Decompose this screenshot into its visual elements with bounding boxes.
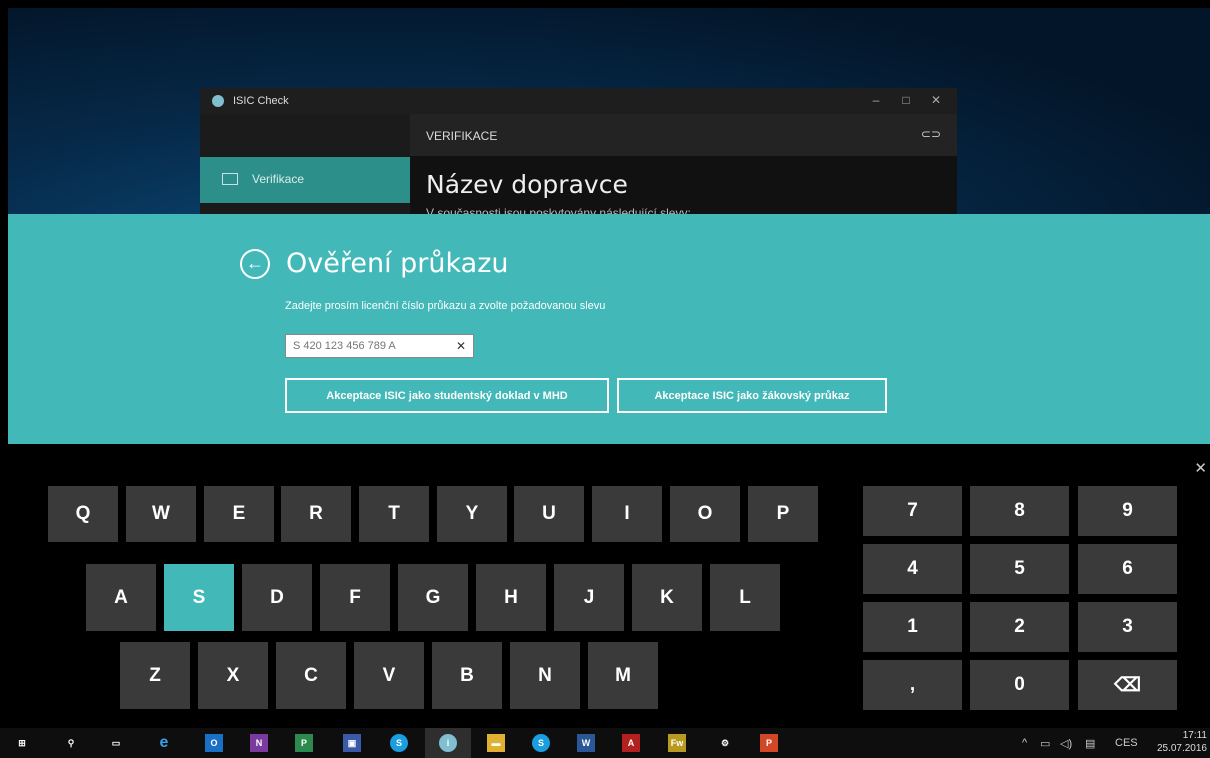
key-j[interactable]: J <box>554 564 624 631</box>
key-p[interactable]: P <box>748 486 818 542</box>
window-titlebar[interactable]: ISIC Check – □ ✕ <box>200 88 957 114</box>
app-window: ISIC Check – □ ✕ Verifikace VERIFIKACE ⊂… <box>200 88 957 220</box>
key-e[interactable]: E <box>204 486 274 542</box>
save-icon[interactable]: ▣ <box>343 734 361 752</box>
network-icon[interactable]: ▭ <box>1040 737 1050 750</box>
key-w[interactable]: W <box>126 486 196 542</box>
clock-time: 17:11 <box>1182 730 1207 741</box>
screen: ISIC Check – □ ✕ Verifikace VERIFIKACE ⊂… <box>0 0 1210 758</box>
dialog-instruction: Zadejte prosím licenční číslo průkazu a … <box>285 300 606 312</box>
keyboard-close-icon[interactable]: ✕ <box>1194 459 1207 477</box>
key-r[interactable]: R <box>281 486 351 542</box>
onenote-icon[interactable]: N <box>250 734 268 752</box>
key-v[interactable]: V <box>354 642 424 709</box>
volume-icon[interactable]: ◁) <box>1060 737 1072 750</box>
key-4[interactable]: 4 <box>863 544 962 594</box>
window-header: VERIFIKACE ⊂⊃ <box>410 114 957 156</box>
pupil-card-button[interactable]: Akceptace ISIC jako žákovský průkaz <box>617 378 887 413</box>
key-2[interactable]: 2 <box>970 602 1069 652</box>
outlook-icon[interactable]: O <box>205 734 223 752</box>
powerpoint-icon[interactable]: P <box>760 734 778 752</box>
key-i[interactable]: I <box>592 486 662 542</box>
clock-date: 25.07.2016 <box>1156 743 1207 754</box>
maximize-button[interactable]: □ <box>897 93 915 107</box>
window-sidebar: Verifikace <box>200 114 410 218</box>
file-explorer-icon[interactable]: ▬ <box>487 734 505 752</box>
sidebar-item-label: Verifikace <box>252 172 305 186</box>
window-main: VERIFIKACE ⊂⊃ Název dopravce V současnos… <box>410 114 957 220</box>
key-t[interactable]: T <box>359 486 429 542</box>
card-icon <box>222 173 238 185</box>
verification-dialog: ← Ověření průkazu Zadejte prosím licenčn… <box>8 214 1210 444</box>
key-u[interactable]: U <box>514 486 584 542</box>
dialog-title: Ověření průkazu <box>286 248 509 279</box>
page-title: Název dopravce <box>426 170 628 199</box>
key-9[interactable]: 9 <box>1078 486 1177 536</box>
key-1[interactable]: 1 <box>863 602 962 652</box>
skype-business-icon[interactable]: S <box>532 734 550 752</box>
student-mhd-button[interactable]: Akceptace ISIC jako studentský doklad v … <box>285 378 609 413</box>
key-d[interactable]: D <box>242 564 312 631</box>
word-icon[interactable]: W <box>577 734 595 752</box>
skype-icon[interactable]: S <box>390 734 408 752</box>
key-m[interactable]: M <box>588 642 658 709</box>
clear-icon[interactable]: ✕ <box>456 339 466 353</box>
key-q[interactable]: Q <box>48 486 118 542</box>
key-z[interactable]: Z <box>120 642 190 709</box>
key-h[interactable]: H <box>476 564 546 631</box>
link-icon[interactable]: ⊂⊃ <box>921 127 941 141</box>
language-indicator[interactable]: CES <box>1115 737 1138 749</box>
key-g[interactable]: G <box>398 564 468 631</box>
card-number-input[interactable] <box>286 335 446 357</box>
app-icon <box>212 95 224 107</box>
fireworks-icon[interactable]: Fw <box>668 734 686 752</box>
notification-icon[interactable]: ▤ <box>1085 737 1095 750</box>
close-button[interactable]: ✕ <box>927 93 945 107</box>
key-n[interactable]: N <box>510 642 580 709</box>
acrobat-icon[interactable]: A <box>622 734 640 752</box>
key-6[interactable]: 6 <box>1078 544 1177 594</box>
card-number-field[interactable]: ✕ <box>285 334 474 358</box>
key-o[interactable]: O <box>670 486 740 542</box>
key-7[interactable]: 7 <box>863 486 962 536</box>
key-s[interactable]: S <box>164 564 234 631</box>
key-3[interactable]: 3 <box>1078 602 1177 652</box>
key-l[interactable]: L <box>710 564 780 631</box>
sidebar-item-verifikace[interactable]: Verifikace <box>200 157 410 203</box>
key-x[interactable]: X <box>198 642 268 709</box>
key-b[interactable]: B <box>432 642 502 709</box>
windows-start-icon[interactable]: ⊞ <box>13 734 31 752</box>
section-title: VERIFIKACE <box>426 129 498 143</box>
search-icon[interactable]: ⚲ <box>62 734 80 752</box>
minimize-button[interactable]: – <box>867 93 885 107</box>
back-arrow-icon[interactable]: ← <box>240 249 270 279</box>
key-0[interactable]: 0 <box>970 660 1069 710</box>
project-icon[interactable]: P <box>295 734 313 752</box>
key-8[interactable]: 8 <box>970 486 1069 536</box>
key-a[interactable]: A <box>86 564 156 631</box>
edge-icon[interactable]: e <box>155 734 173 752</box>
settings-icon[interactable]: ⚙ <box>716 734 734 752</box>
isic-icon[interactable]: i <box>439 734 457 752</box>
key-y[interactable]: Y <box>437 486 507 542</box>
key-c[interactable]: C <box>276 642 346 709</box>
key-comma[interactable]: , <box>863 660 962 710</box>
touch-keyboard: ✕ Q W E R T Y U I O P A S D F G H J K L … <box>0 444 1210 728</box>
task-view-icon[interactable]: ▭ <box>107 734 125 752</box>
key-5[interactable]: 5 <box>970 544 1069 594</box>
window-title: ISIC Check <box>233 95 289 107</box>
backspace-icon[interactable]: ⌫ <box>1078 660 1177 710</box>
key-f[interactable]: F <box>320 564 390 631</box>
system-clock[interactable]: 17:11 25.07.2016 <box>1157 729 1207 755</box>
taskbar: ⊞ ⚲ ▭ e O N P ▣ S i ▬ S W A Fw ⚙ P ^ ▭ ◁… <box>0 728 1210 758</box>
chevron-up-icon[interactable]: ^ <box>1022 737 1027 749</box>
key-k[interactable]: K <box>632 564 702 631</box>
